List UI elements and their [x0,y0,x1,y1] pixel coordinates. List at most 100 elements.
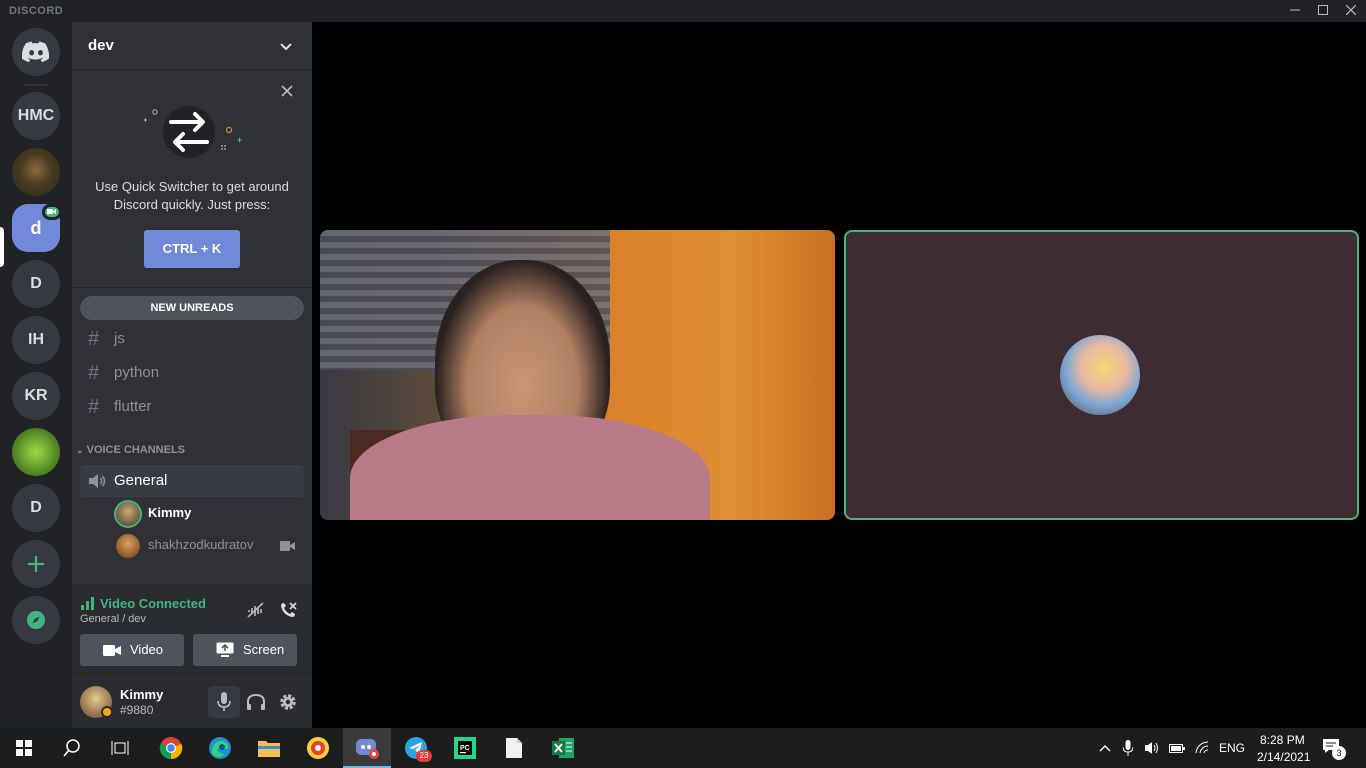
taskbar-edge[interactable] [196,728,244,768]
folder-icon [258,741,280,757]
switch-arrows-icon [144,106,242,158]
close-tip-icon[interactable] [281,85,293,97]
active-server-pill [0,227,4,267]
voice-status[interactable]: Video Connected [100,596,206,611]
guild-header[interactable]: dev [72,22,312,70]
channel-sidebar: dev Use Quick Switcher to get around Dis… [72,22,312,728]
idle-status-icon [101,706,113,718]
channel-name: flutter [114,398,152,415]
user-settings-button[interactable] [272,686,304,718]
person-shirt [350,415,710,520]
input-language[interactable]: ENG [1219,741,1245,755]
app-brand: DISCORD [9,5,64,17]
pycharm-icon: PC [454,737,476,759]
server-d-2[interactable]: D [12,484,60,532]
channel-name: js [114,330,125,347]
voice-user-name: Kimmy [148,505,192,520]
camera-icon [280,541,295,551]
taskbar-notepad[interactable] [490,728,538,768]
taskbar-pycharm[interactable]: PC [441,728,489,768]
voice-location[interactable]: General / dev [80,613,146,625]
taskbar-telegram[interactable]: 23 [392,728,440,768]
windows-taskbar: 23 PC ENG 8:28 PM 2/14/2021 3 [0,728,1366,768]
task-view-icon [111,741,129,755]
minimize-icon [1290,9,1300,11]
video-badge-icon [42,204,62,220]
video-button-label: Video [130,642,164,657]
hash-icon: # [88,362,100,384]
action-center-button[interactable]: 3 [1322,738,1346,760]
chevron-down-icon: ⌄ [76,445,84,455]
file-icon [506,738,522,758]
voice-user-shakhzod[interactable]: shakhzodkudratov [116,531,306,559]
channel-js[interactable]: # js [80,323,304,355]
microphone-tray-icon[interactable] [1123,740,1133,756]
taskbar-discord-active[interactable] [343,728,391,768]
server-image-1[interactable] [12,148,60,196]
discord-home-icon [21,41,50,63]
battery-icon[interactable] [1169,742,1185,754]
chevron-up-icon[interactable] [1099,744,1111,752]
noise-suppression-icon[interactable] [246,600,266,620]
clock-date[interactable]: 2/14/2021 [1257,750,1310,764]
voice-category[interactable]: ⌄ VOICE CHANNELS [76,444,185,456]
disconnect-icon[interactable] [278,600,298,620]
close-window-button[interactable] [1336,0,1366,22]
excel-icon [552,738,574,758]
channel-python[interactable]: # python [80,357,304,389]
signal-bars-icon [81,597,94,610]
avatar [116,534,140,558]
maximize-button[interactable] [1308,0,1338,22]
channel-flutter[interactable]: # flutter [80,391,304,423]
quick-switcher-text: Use Quick Switcher to get around Discord… [95,179,289,212]
video-tile-shakhzod[interactable] [320,230,835,520]
maximize-icon [1318,5,1328,15]
gear-icon [280,694,296,710]
wifi-icon[interactable] [1195,741,1211,755]
video-tile-kimmy[interactable] [844,230,1359,520]
guild-name: dev [88,37,114,54]
close-icon [1345,4,1357,16]
server-image-2[interactable] [12,428,60,476]
user-panel: Kimmy #9880 [72,674,312,728]
hash-icon: # [88,396,100,418]
home-button[interactable] [12,28,60,76]
voice-channel-general[interactable]: General [80,465,304,497]
clock-time[interactable]: 8:28 PM [1260,733,1305,747]
mute-button[interactable] [208,686,240,718]
video-button[interactable]: Video [80,634,184,666]
explore-servers-button[interactable] [12,596,60,644]
add-server-button[interactable] [12,540,60,588]
notification-count: 3 [1332,746,1346,760]
taskbar-chrome[interactable] [147,728,195,768]
taskbar-yandex[interactable] [294,728,342,768]
hash-icon: # [88,328,100,350]
avatar [116,502,140,526]
minimize-button[interactable] [1280,0,1310,22]
headphones-icon [247,693,265,710]
taskbar-excel[interactable] [539,728,587,768]
yandex-browser-icon [307,737,329,759]
search-button[interactable] [48,728,96,768]
server-ih[interactable]: IH [12,316,60,364]
task-view-button[interactable] [96,728,144,768]
deafen-button[interactable] [240,686,272,718]
volume-icon[interactable] [1144,741,1160,755]
chrome-icon [159,737,183,760]
server-d[interactable]: D [12,260,60,308]
search-icon [63,739,80,757]
start-button[interactable] [0,728,48,768]
server-hmc[interactable]: HMC [12,92,60,140]
screen-share-button[interactable]: Screen [193,634,297,666]
quick-switcher-shortcut[interactable]: CTRL + K [144,230,240,268]
voice-user-kimmy[interactable]: Kimmy [116,499,306,527]
screen-share-icon [216,642,234,657]
server-kr[interactable]: KR [12,372,60,420]
speaker-icon [89,474,106,488]
rail-separator [24,84,48,86]
category-label: VOICE CHANNELS [86,444,186,456]
taskbar-explorer[interactable] [245,728,293,768]
new-unreads-bar[interactable]: NEW UNREADS [80,296,304,320]
svg-text:PC: PC [460,745,470,752]
channel-name: python [114,364,160,381]
